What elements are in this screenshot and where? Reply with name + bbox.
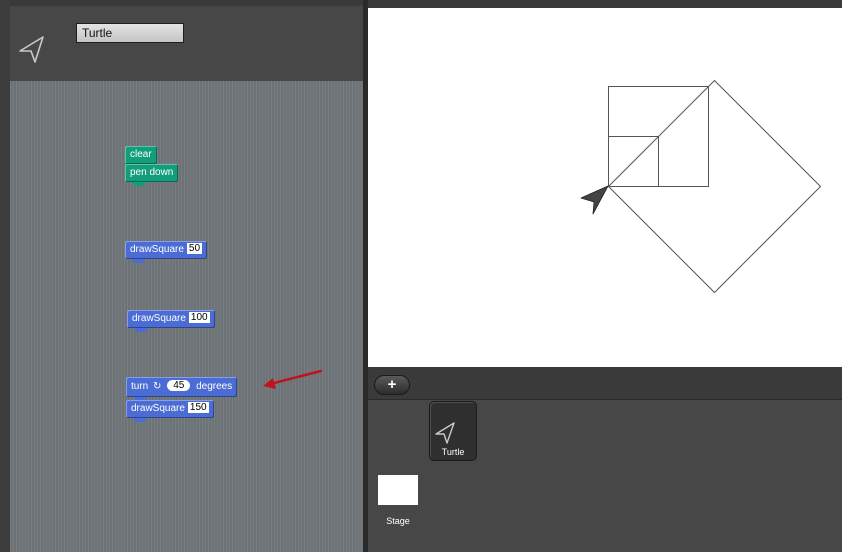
- turtle-cursor-icon: [580, 185, 609, 215]
- left-edge: [0, 0, 10, 552]
- draw-square-block[interactable]: drawSquare 100: [127, 310, 215, 332]
- stage-top-bar: [368, 0, 842, 8]
- clear-block[interactable]: clear: [125, 146, 157, 168]
- annotation-arrow-icon: [263, 369, 323, 389]
- degrees-label: degrees: [196, 381, 233, 392]
- corral-toolbar: [368, 367, 842, 400]
- draw-square-label: drawSquare: [132, 313, 186, 324]
- draw-square-label: drawSquare: [131, 403, 185, 414]
- draw-square-block[interactable]: drawSquare 150: [126, 400, 214, 422]
- rotate-clockwise-icon: ↻: [153, 381, 162, 392]
- draw-square-label: drawSquare: [130, 244, 184, 255]
- turn-degrees-input[interactable]: 45: [167, 379, 191, 391]
- turn-block[interactable]: turn ↻ 45 degrees: [126, 377, 238, 401]
- draw-square-block[interactable]: drawSquare 50: [125, 241, 208, 263]
- clear-label: clear: [130, 149, 152, 160]
- sprite-name-input[interactable]: [76, 23, 184, 43]
- draw-square-size-input[interactable]: 100: [188, 311, 210, 323]
- pen-down-block[interactable]: pen down: [125, 164, 179, 186]
- turtle-sprite-item[interactable]: Turtle: [429, 401, 477, 461]
- plus-icon: +: [387, 376, 397, 393]
- add-sprite-button[interactable]: +: [374, 375, 410, 395]
- turtle-sprite-label: Turtle: [441, 447, 465, 457]
- stage[interactable]: [368, 8, 842, 367]
- draw-square-size-input[interactable]: 150: [187, 401, 209, 413]
- arrow-turtle-icon: [14, 32, 48, 71]
- scripts-area[interactable]: clear pen down drawSquare 50 drawSquare 10…: [10, 81, 363, 552]
- stage-label: Stage: [386, 516, 410, 526]
- pen-down-label: pen down: [130, 167, 174, 178]
- sprite-header: [10, 6, 363, 81]
- draw-square-size-input[interactable]: 50: [186, 242, 203, 254]
- stage-drawing: [580, 79, 822, 294]
- stage-thumbnail[interactable]: [378, 475, 418, 505]
- turn-label: turn: [131, 381, 149, 392]
